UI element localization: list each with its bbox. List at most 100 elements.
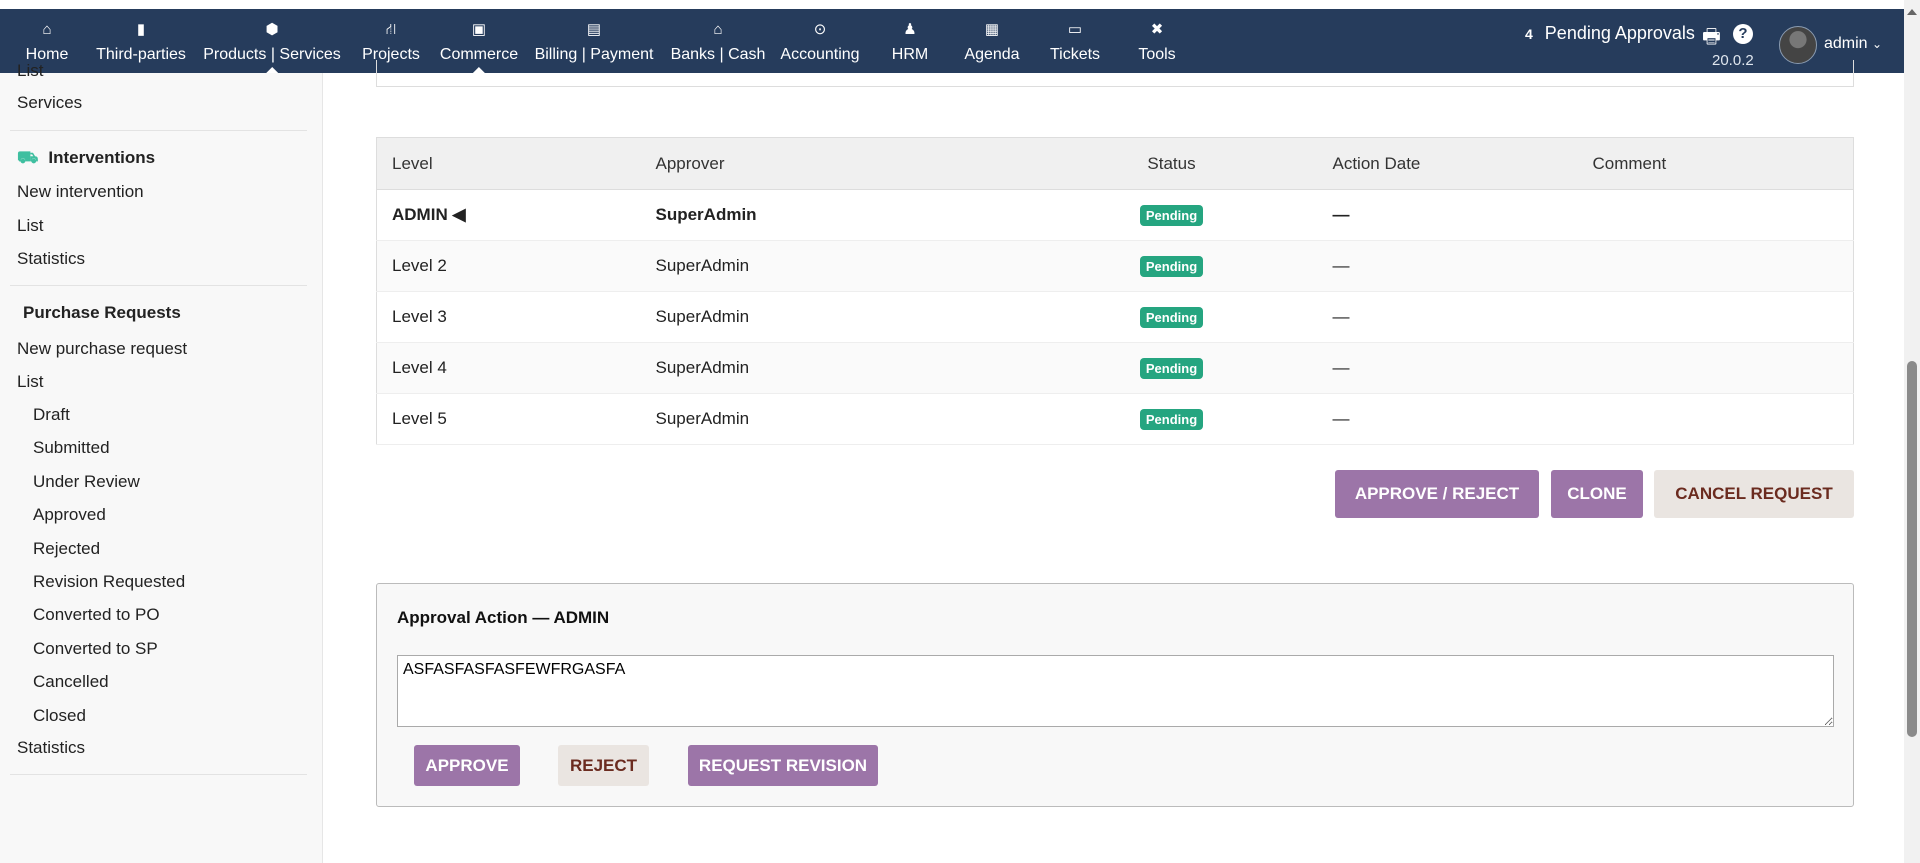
level-cell: ADMIN ◀ <box>376 189 656 241</box>
col-action-date: Action Date <box>1277 137 1593 190</box>
divider <box>10 774 307 775</box>
chevron-down-icon: ⌄ <box>1872 37 1883 51</box>
level-cell: Level 4 <box>376 342 656 394</box>
tools-icon: ✖ <box>1150 21 1164 38</box>
col-level: Level <box>376 137 656 190</box>
sidebar-item-new-purchase-request[interactable]: New purchase request <box>17 339 187 359</box>
scrollbar[interactable] <box>1904 0 1920 863</box>
request-revision-button[interactable]: REQUEST REVISION <box>688 745 878 786</box>
status-badge: Pending <box>1139 306 1204 328</box>
sidebar-item-purchase-list[interactable]: List <box>17 372 43 392</box>
col-approver: Approver <box>655 137 1066 190</box>
level-cell: Level 5 <box>376 393 656 445</box>
user-menu[interactable]: admin ⌄ <box>1824 35 1882 53</box>
approver-cell: SuperAdmin <box>655 342 1066 394</box>
table-row: Level 4 SuperAdmin Pending — <box>376 342 1854 394</box>
table-row: ADMIN ◀ SuperAdmin Pending — <box>376 189 1854 241</box>
scrollbar-thumb[interactable] <box>1907 361 1917 737</box>
col-status: Status <box>1065 137 1278 190</box>
table-header: Level Approver Status Action Date Commen… <box>376 137 1854 190</box>
comment-cell <box>1592 291 1854 343</box>
table-row: Level 5 SuperAdmin Pending — <box>376 393 1854 445</box>
status-cell: Pending <box>1065 342 1278 394</box>
sidebar-item-intervention-list[interactable]: List <box>17 216 43 236</box>
sidebar-item-status-converted-to-po[interactable]: Converted to PO <box>33 605 160 625</box>
level-cell: Level 3 <box>376 291 656 343</box>
sidebar-item-status-closed[interactable]: Closed <box>33 706 86 726</box>
approver-cell: SuperAdmin <box>655 240 1066 292</box>
sidebar-section-purchase-requests[interactable]: Purchase Requests <box>23 303 181 323</box>
status-cell: Pending <box>1065 189 1278 241</box>
sidebar-section-interventions[interactable]: ⛟ Interventions <box>17 148 155 170</box>
username: admin <box>1824 35 1868 52</box>
sidebar-item-status-rejected[interactable]: Rejected <box>33 539 100 559</box>
cube-icon: ⬢ <box>265 21 279 38</box>
approval-levels-table: Level Approver Status Action Date Commen… <box>376 137 1854 445</box>
invoice-icon: ▤ <box>586 21 602 38</box>
status-cell: Pending <box>1065 240 1278 292</box>
pending-label: Pending Approvals <box>1544 23 1695 43</box>
cancel-request-button[interactable]: CANCEL REQUEST <box>1654 470 1854 518</box>
nav-label: Products | Services <box>203 46 341 63</box>
user-tie-icon: ♟ <box>903 21 917 38</box>
approve-reject-button[interactable]: APPROVE / REJECT <box>1335 470 1539 518</box>
avatar[interactable] <box>1779 26 1817 64</box>
ambulance-icon: ⛟ <box>17 148 39 167</box>
help-icon[interactable]: ? <box>1733 24 1753 44</box>
bank-icon: ⌂ <box>713 21 723 38</box>
scroll-up-icon[interactable] <box>1907 4 1917 15</box>
col-comment: Comment <box>1592 137 1854 190</box>
previous-panel <box>376 60 1854 87</box>
suitcase-icon: ▣ <box>471 21 487 38</box>
status-badge: Pending <box>1139 204 1204 226</box>
divider <box>10 285 307 286</box>
status-cell: Pending <box>1065 291 1278 343</box>
sidebar-item-status-draft[interactable]: Draft <box>33 405 70 425</box>
approver-cell: SuperAdmin <box>655 189 1066 241</box>
sidebar-item-status-cancelled[interactable]: Cancelled <box>33 672 109 692</box>
calendar-icon: ▦ <box>984 21 1000 38</box>
approver-cell: SuperAdmin <box>655 291 1066 343</box>
level-cell: Level 2 <box>376 240 656 292</box>
approve-button[interactable]: APPROVE <box>414 745 520 786</box>
comment-cell <box>1592 393 1854 445</box>
ticket-icon: ▭ <box>1067 21 1083 38</box>
print-icon[interactable]: 🖶 <box>1702 22 1721 56</box>
approval-comment-input[interactable] <box>397 655 1834 727</box>
sidebar-item-list[interactable]: List <box>17 61 43 81</box>
clone-button[interactable]: CLONE <box>1551 470 1643 518</box>
sidebar-item-status-approved[interactable]: Approved <box>33 505 106 525</box>
nav-item-products-services[interactable]: ⬢ Products | Services <box>203 9 341 73</box>
status-badge: Pending <box>1139 408 1204 430</box>
approval-action-title: Approval Action — ADMIN <box>397 608 610 627</box>
status-badge: Pending <box>1139 255 1204 277</box>
comment-cell <box>1592 342 1854 394</box>
table-row: Level 3 SuperAdmin Pending — <box>376 291 1854 343</box>
sidebar-item-status-converted-to-sp[interactable]: Converted to SP <box>33 639 158 659</box>
pending-count: 4 <box>1525 26 1533 42</box>
section-title: Interventions <box>48 148 156 167</box>
pending-approvals-link[interactable]: 4 Pending Approvals <box>1525 23 1695 44</box>
sidebar-item-status-under-review[interactable]: Under Review <box>33 472 140 492</box>
status-badge: Pending <box>1139 357 1204 379</box>
sidebar-item-purchase-statistics[interactable]: Statistics <box>17 738 85 758</box>
comment-cell <box>1592 189 1854 241</box>
comment-cell <box>1592 240 1854 292</box>
action-date-cell: — <box>1277 189 1593 241</box>
action-date-cell: — <box>1277 342 1593 394</box>
sidebar-item-services[interactable]: Services <box>17 93 82 113</box>
status-cell: Pending <box>1065 393 1278 445</box>
nav-item-third-parties[interactable]: ▮ Third-parties <box>96 9 186 73</box>
reject-button[interactable]: REJECT <box>558 745 649 786</box>
sidebar-item-new-intervention[interactable]: New intervention <box>17 182 144 202</box>
sidebar-item-status-submitted[interactable]: Submitted <box>33 438 110 458</box>
sidebar-item-intervention-statistics[interactable]: Statistics <box>17 249 85 269</box>
sitemap-icon: ⛙ <box>385 21 397 38</box>
home-icon: ⌂ <box>42 21 52 38</box>
divider <box>10 130 307 131</box>
sidebar-item-status-revision-requested[interactable]: Revision Requested <box>33 572 185 592</box>
approver-cell: SuperAdmin <box>655 393 1066 445</box>
action-date-cell: — <box>1277 393 1593 445</box>
building-icon: ▮ <box>136 21 146 38</box>
nav-label: Third-parties <box>96 46 186 63</box>
